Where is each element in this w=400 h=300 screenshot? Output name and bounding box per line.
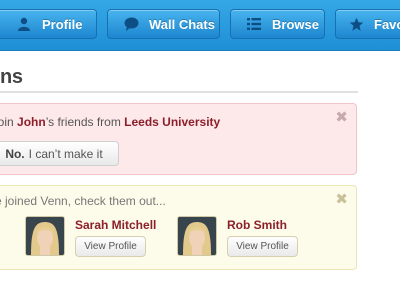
decline-strong-label: No.: [5, 146, 25, 161]
top-nav-bar: Profile Wall Chats Browse Favo: [0, 0, 400, 51]
invite-school-name[interactable]: Leeds University: [124, 115, 220, 129]
nav-wall-chats-button[interactable]: Wall Chats: [107, 9, 220, 39]
nav-browse-button[interactable]: Browse: [230, 9, 325, 39]
user-icon: [16, 16, 32, 32]
speech-bubble-icon: [123, 16, 139, 32]
joined-message: e joined Venn, check them out...: [0, 194, 166, 208]
invite-notification: ✖ join John’s friends from Leeds Univers…: [0, 103, 357, 175]
list-icon: [246, 16, 262, 32]
view-profile-button[interactable]: View Profile: [75, 236, 146, 257]
close-icon[interactable]: ✖: [335, 192, 348, 208]
nav-favourites-label: Favo: [374, 16, 400, 32]
person-name[interactable]: Sarah Mitchell: [75, 218, 156, 232]
nav-wall-chats-label: Wall Chats: [149, 16, 215, 32]
invite-middle: ’s friends from: [45, 115, 125, 129]
invite-message: join John’s friends from Leeds Universit…: [0, 115, 220, 129]
nav-browse-label: Browse: [272, 16, 319, 32]
decline-label: I can’t make it: [28, 146, 103, 161]
title-divider: [0, 91, 358, 93]
page-title: ns: [0, 66, 23, 88]
avatar[interactable]: [25, 216, 65, 256]
close-icon[interactable]: ✖: [335, 110, 348, 126]
invite-prefix: join: [0, 115, 14, 129]
nav-profile-label: Profile: [42, 16, 83, 32]
nav-favourites-button[interactable]: Favo: [335, 9, 400, 39]
view-profile-button[interactable]: View Profile: [227, 236, 298, 257]
nav-profile-button[interactable]: Profile: [0, 9, 97, 39]
new-members-notification: ✖ e joined Venn, check them out... Sarah…: [0, 185, 357, 270]
avatar[interactable]: [177, 216, 217, 256]
star-icon: [348, 16, 364, 32]
person-name[interactable]: Rob Smith: [227, 218, 287, 232]
cant-make-it-button[interactable]: No. I can’t make it: [0, 141, 119, 166]
invite-friend-name[interactable]: John: [17, 115, 46, 129]
